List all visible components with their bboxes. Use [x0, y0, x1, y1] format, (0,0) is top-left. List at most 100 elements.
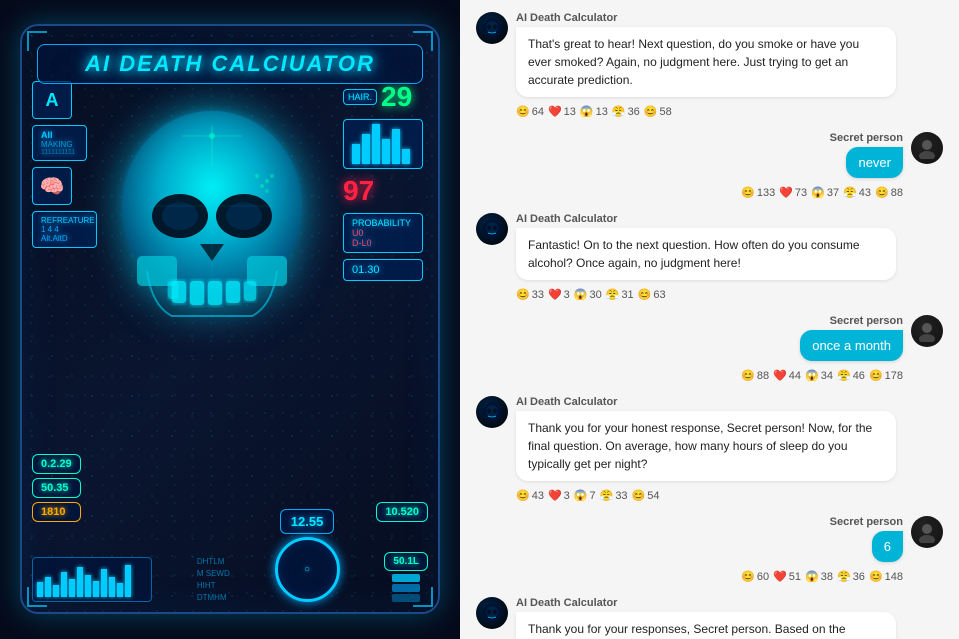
user-name: Secret person	[830, 132, 903, 144]
left-panel: AI DEATH CALCIUATOR A All MAKING 1111111…	[0, 0, 460, 639]
message-group: Secret person 6 😊 60 ❤️ 51 😱 38 😤 36 😊 148	[476, 516, 943, 583]
user-avatar	[911, 516, 943, 548]
ai-message: AI Death Calculator Thank you for your re…	[476, 597, 943, 639]
reaction-item[interactable]: 😊 33	[516, 288, 544, 301]
stat-0229: 0.2.29	[32, 454, 81, 474]
ai-name: AI Death Calculator	[516, 12, 943, 24]
ai-name: AI Death Calculator	[516, 213, 943, 225]
ai-avatar	[476, 12, 508, 44]
message-group: Secret person never 😊 133 ❤️ 73 😱 37 😤 43 😊 88	[476, 132, 943, 199]
ai-bubble-container: AI Death Calculator That's great to hear!…	[516, 12, 943, 97]
chat-panel: AI Death Calculator That's great to hear!…	[460, 0, 959, 639]
reaction-item[interactable]: 😤 36	[612, 105, 640, 118]
reaction-item[interactable]: 😱 30	[574, 288, 602, 301]
message-group: AI Death Calculator That's great to hear!…	[476, 12, 943, 118]
user-avatar	[911, 315, 943, 347]
message-group: AI Death Calculator Fantastic! On to the …	[476, 213, 943, 301]
ai-message: AI Death Calculator Fantastic! On to the …	[476, 213, 943, 280]
brain-icon: 🧠	[32, 167, 72, 205]
ai-bubble: Fantastic! On to the next question. How …	[516, 228, 896, 280]
ai-bubble: That's great to hear! Next question, do …	[516, 27, 896, 97]
reaction-item[interactable]: 😊 148	[869, 570, 903, 583]
reaction-item[interactable]: ❤️ 13	[548, 105, 576, 118]
user-message: Secret person once a month	[476, 315, 943, 361]
user-bubble: never	[846, 147, 903, 178]
reaction-item[interactable]: 😊 58	[644, 105, 672, 118]
user-bubble: 6	[872, 531, 903, 562]
ai-name: AI Death Calculator	[516, 597, 943, 609]
ai-message: AI Death Calculator Thank you for your ho…	[476, 396, 943, 481]
ai-bubble-container: AI Death Calculator Thank you for your ho…	[516, 396, 943, 481]
reaction-item[interactable]: 😱 7	[574, 489, 596, 502]
stat-29: 29	[381, 81, 412, 113]
reaction-item[interactable]: 😊 178	[869, 369, 903, 382]
reaction-item[interactable]: 😊 88	[875, 186, 903, 199]
ai-bubble: Thank you for your honest response, Secr…	[516, 411, 896, 481]
hud-right-stats: HAIR. 29 97 PROBABILITY U0 D-L0 01.30	[343, 81, 423, 281]
ai-bubble-container: AI Death Calculator Fantastic! On to the …	[516, 213, 943, 280]
reaction-row: 😊 33 ❤️ 3 😱 30 😤 31 😊 63	[516, 288, 943, 301]
reaction-item[interactable]: 😊 88	[741, 369, 769, 382]
user-reaction-row: 😊 60 ❤️ 51 😱 38 😤 36 😊 148	[476, 570, 903, 583]
ai-name: AI Death Calculator	[516, 396, 943, 408]
user-message: Secret person 6	[476, 516, 943, 562]
skull-image	[82, 76, 342, 396]
ai-message: AI Death Calculator That's great to hear!…	[476, 12, 943, 97]
reaction-item[interactable]: 😊 63	[638, 288, 666, 301]
user-bubble-container: Secret person never	[830, 132, 903, 178]
reaction-item[interactable]: 😤 36	[837, 570, 865, 583]
bottom-chart	[32, 557, 152, 602]
reaction-item[interactable]: ❤️ 51	[773, 570, 801, 583]
ai-icon: A	[32, 81, 72, 119]
reaction-item[interactable]: ❤️ 73	[779, 186, 807, 199]
reaction-item[interactable]: 😊 54	[632, 489, 660, 502]
hair-label: HAIR.	[343, 89, 377, 105]
stat-501l: 50.1L	[384, 552, 428, 571]
message-group: AI Death Calculator Thank you for your ho…	[476, 396, 943, 502]
user-message: Secret person never	[476, 132, 943, 178]
stat-1255: 12.55	[280, 509, 335, 534]
reaction-item[interactable]: 😱 34	[805, 369, 833, 382]
app-title: AI DEATH CALCIUATOR	[37, 44, 423, 84]
reaction-item[interactable]: 😤 43	[843, 186, 871, 199]
reaction-item[interactable]: 😊 43	[516, 489, 544, 502]
user-bubble-container: Secret person 6	[830, 516, 903, 562]
reaction-row: 😊 43 ❤️ 3 😱 7 😤 33 😊 54	[516, 489, 943, 502]
user-name: Secret person	[830, 315, 903, 327]
reaction-item[interactable]: 😤 46	[837, 369, 865, 382]
hud-label-box: All MAKING 1111111111	[32, 125, 87, 161]
user-reaction-row: 😊 88 ❤️ 44 😱 34 😤 46 😊 178	[476, 369, 903, 382]
ai-bubble: Thank you for your responses, Secret per…	[516, 612, 896, 639]
ai-bubble-container: AI Death Calculator Thank you for your re…	[516, 597, 943, 639]
reaction-item[interactable]: 😱 37	[811, 186, 839, 199]
stat-97: 97	[343, 175, 423, 207]
ai-avatar	[476, 396, 508, 428]
ai-avatar	[476, 213, 508, 245]
hud-chart-box	[343, 119, 423, 169]
stat-time: 01.30	[343, 259, 423, 281]
probability-box: PROBABILITY U0 D-L0	[343, 213, 423, 253]
reaction-item[interactable]: 😤 33	[600, 489, 628, 502]
stat-5035: 50.35	[32, 478, 81, 498]
reaction-row: 😊 64 ❤️ 13 😱 13 😤 36 😊 58	[516, 105, 943, 118]
user-bubble: once a month	[800, 330, 903, 361]
reaction-item[interactable]: 😊 64	[516, 105, 544, 118]
reaction-item[interactable]: 😤 31	[606, 288, 634, 301]
message-group: Secret person once a month 😊 88 ❤️ 44 😱 34 😤 …	[476, 315, 943, 382]
user-avatar	[911, 132, 943, 164]
app-card: AI DEATH CALCIUATOR A All MAKING 1111111…	[20, 24, 440, 614]
gauge: ○	[275, 537, 340, 602]
reaction-item[interactable]: ❤️ 3	[548, 288, 570, 301]
user-name: Secret person	[830, 516, 903, 528]
reaction-item[interactable]: ❤️ 44	[773, 369, 801, 382]
reaction-item[interactable]: ❤️ 3	[548, 489, 570, 502]
ai-avatar	[476, 597, 508, 629]
reaction-item[interactable]: 😱 13	[580, 105, 608, 118]
chat-messages: AI Death Calculator That's great to hear!…	[460, 0, 959, 639]
message-group: AI Death Calculator Thank you for your re…	[476, 597, 943, 639]
reaction-item[interactable]: 😱 38	[805, 570, 833, 583]
reaction-item[interactable]: 😊 60	[741, 570, 769, 583]
user-reaction-row: 😊 133 ❤️ 73 😱 37 😤 43 😊 88	[476, 186, 903, 199]
reaction-item[interactable]: 😊 133	[741, 186, 775, 199]
user-bubble-container: Secret person once a month	[800, 315, 903, 361]
